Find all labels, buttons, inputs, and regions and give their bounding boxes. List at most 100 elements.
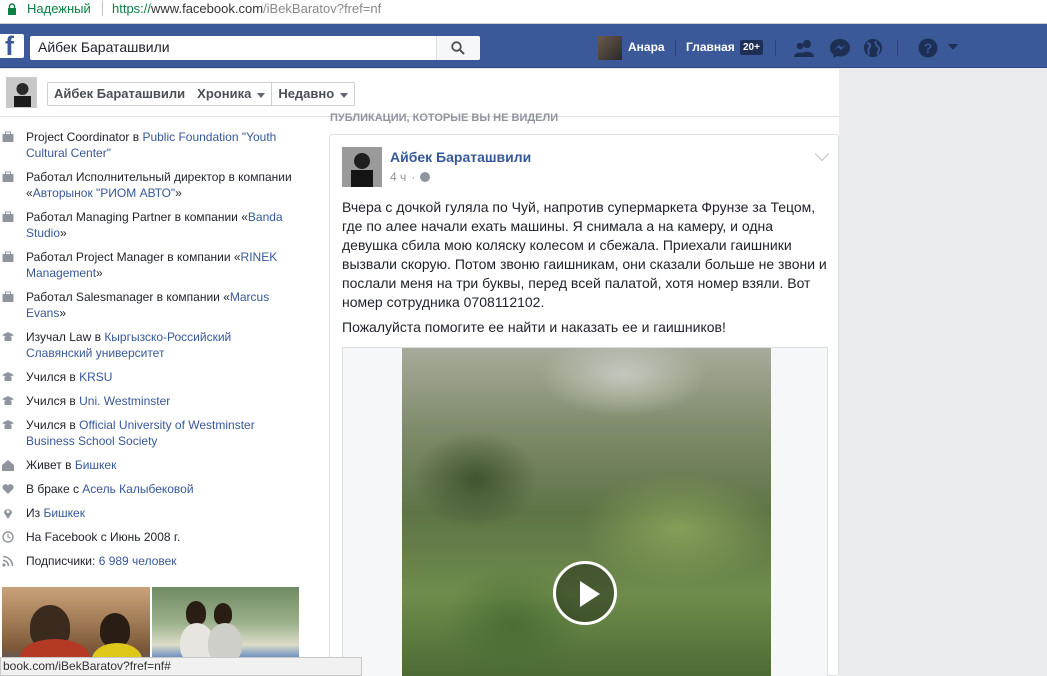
intro-text: Изучал Law в (26, 330, 105, 344)
recent-dropdown[interactable]: Недавно (271, 83, 354, 105)
address-divider (102, 1, 103, 16)
home-notification-badge: 20+ (740, 40, 763, 55)
avatar (598, 36, 622, 60)
facebook-logo[interactable]: f (0, 31, 24, 61)
intro-item-text: На Facebook с Июнь 2008 г. (26, 529, 296, 545)
profile-avatar-image (7, 78, 36, 107)
url-path: /iBekBaratov?fref=nf (263, 1, 382, 16)
intro-text: Работал Project Manager в компании « (26, 250, 241, 264)
intro-text: » (175, 186, 182, 200)
intro-item-text: Подписчики: 6 989 человек (26, 553, 296, 569)
right-column (839, 69, 1047, 676)
intro-item-text: Изучал Law в Кыргызско-Российский Славян… (26, 329, 296, 361)
search-icon (451, 41, 465, 55)
intro-text: Работал Salesmanager в компании « (26, 290, 230, 304)
help-icon[interactable]: ? (917, 38, 939, 58)
intro-text: Учился в (26, 418, 80, 432)
lock-icon (8, 3, 16, 15)
intro-link[interactable]: Бишкек (43, 506, 85, 520)
briefcase-icon (2, 171, 14, 182)
intro-link[interactable]: Авторынок "РИОМ АВТО" (33, 186, 175, 200)
intro-link[interactable]: 6 989 человек (99, 554, 177, 568)
nav-divider (897, 40, 898, 56)
caret-down-icon[interactable] (948, 44, 958, 50)
url-scheme: https:// (112, 1, 152, 16)
intro-text: Учился в (26, 394, 80, 408)
intro-text: Подписчики: (26, 554, 99, 568)
location-pin-icon (4, 509, 12, 519)
play-button-icon[interactable] (553, 561, 617, 625)
intro-link[interactable]: Uni. Westminster (79, 394, 170, 408)
post-author-name[interactable]: Айбек Бараташвили (390, 149, 531, 165)
public-audience-icon (420, 172, 431, 182)
timeline-dropdown[interactable]: Хроника (191, 83, 271, 105)
intro-text: На Facebook с Июнь 2008 г. (26, 530, 181, 544)
intro-link[interactable]: Бишкек (75, 458, 117, 472)
intro-text: » (59, 306, 67, 320)
briefcase-icon (2, 251, 14, 262)
post-paragraph: Пожалуйста помогите ее найти и наказать … (342, 319, 726, 335)
intro-text: » (96, 266, 103, 280)
post-timestamp[interactable]: 4 ч (390, 170, 406, 184)
rss-icon (2, 555, 14, 567)
briefcase-icon (2, 211, 14, 222)
intro-item-text: Учился в Official University of Westmins… (26, 417, 296, 449)
facebook-top-bar: f Айбек Бараташвили Анара Главная 20+ ? (0, 24, 1047, 68)
intro-item-text: Учился в KRSU (26, 369, 296, 385)
post-author-avatar[interactable] (342, 147, 382, 187)
video-frame (402, 348, 771, 676)
intro-item-text: Учился в Uni. Westminster (26, 393, 296, 409)
post-text: Вчера с дочкой гуляла по Чуй, напротив с… (342, 198, 832, 337)
heart-icon (2, 484, 14, 494)
url-host: www.facebook.com (151, 1, 264, 16)
home-icon (2, 460, 14, 471)
intro-text: Project Coordinator в (26, 130, 143, 144)
post-card: Айбек Бараташвили 4 ч · Вчера с дочкой г… (329, 134, 839, 676)
recent-label: Недавно (278, 86, 335, 101)
graduation-cap-icon (2, 396, 14, 405)
messenger-icon[interactable] (829, 38, 851, 58)
clock-icon (2, 531, 14, 543)
nav-home-link[interactable]: Главная (686, 40, 735, 54)
intro-item-text: Project Coordinator в Public Foundation … (26, 129, 296, 161)
intro-text: » (60, 226, 67, 240)
graduation-cap-icon (2, 420, 14, 429)
post-meta: 4 ч · (390, 170, 431, 184)
nav-divider (775, 40, 776, 56)
svg-text:?: ? (924, 40, 933, 56)
profile-name-button[interactable]: Айбек Бараташвили (48, 83, 191, 105)
profile-avatar[interactable] (6, 77, 37, 108)
chevron-down-icon (257, 92, 266, 98)
profile-nav-group: Айбек Бараташвили Хроника Недавно (47, 82, 356, 106)
briefcase-icon (2, 131, 14, 142)
facebook-logo-letter: f (5, 31, 14, 61)
nav-divider (675, 40, 676, 56)
intro-link[interactable]: Асель Калыбековой (82, 482, 193, 496)
url-field[interactable]: https://www.facebook.com/iBekBaratov?fre… (112, 0, 381, 18)
intro-text: Учился в (26, 370, 80, 384)
search-box[interactable]: Айбек Бараташвили (30, 36, 480, 60)
intro-item-text: Работал Salesmanager в компании «Marcus … (26, 289, 296, 321)
globe-icon[interactable] (862, 38, 884, 58)
intro-item-text: Работал Исполнительный директор в компан… (26, 169, 296, 201)
intro-text: Живет в (26, 458, 75, 472)
intro-text: В браке с (26, 482, 83, 496)
feed-section-header: ПУБЛИКАЦИИ, КОТОРЫЕ ВЫ НЕ ВИДЕЛИ (330, 112, 559, 124)
search-input[interactable]: Айбек Бараташвили (38, 39, 170, 55)
post-options-chevron-icon[interactable] (814, 146, 830, 162)
graduation-cap-icon (2, 372, 14, 381)
profile-header-strip: Айбек Бараташвили Хроника Недавно (0, 69, 839, 117)
intro-item-text: Живет в Бишкек (26, 457, 296, 473)
post-video[interactable] (342, 347, 828, 676)
search-button[interactable] (436, 36, 480, 60)
post-paragraph: Вчера с дочкой гуляла по Чуй, напротив с… (342, 199, 827, 310)
intro-item-text: Из Бишкек (26, 505, 296, 521)
status-bar-url: book.com/iBekBaratov?fref=nf# (0, 657, 362, 676)
briefcase-icon (2, 291, 14, 302)
timeline-label: Хроника (197, 86, 252, 101)
intro-text: Работал Managing Partner в компании « (26, 210, 248, 224)
intro-link[interactable]: KRSU (79, 370, 112, 384)
intro-item-text: Работал Managing Partner в компании «Ban… (26, 209, 296, 241)
intro-item-text: В браке с Асель Калыбековой (26, 481, 296, 497)
friends-icon[interactable] (793, 38, 815, 58)
